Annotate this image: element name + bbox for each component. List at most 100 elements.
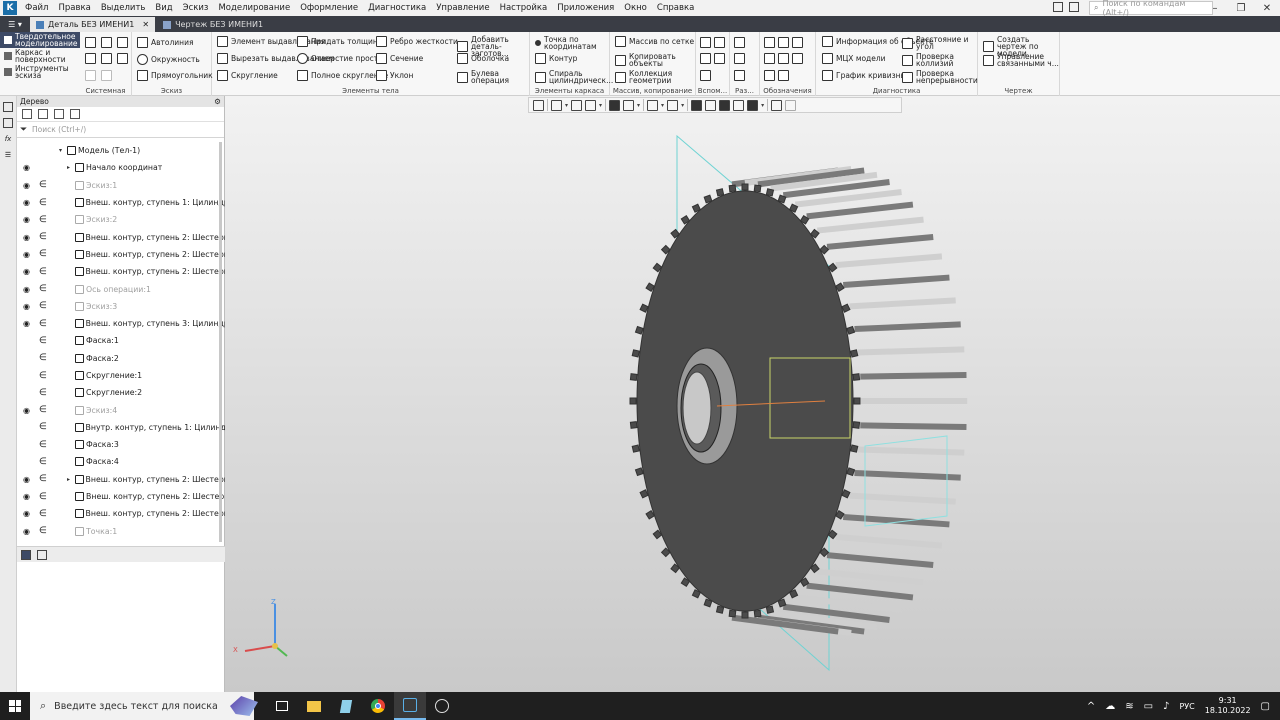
grid-array-button[interactable]: Массив по сетке bbox=[615, 36, 694, 47]
rib-button[interactable]: Ребро жесткости bbox=[376, 36, 458, 47]
continuity-check-button[interactable]: Проверка непрерывности bbox=[902, 70, 978, 84]
mass-props-button[interactable]: МЦХ модели bbox=[822, 53, 886, 64]
tree-row[interactable]: ◉ ∈ ▸ Внеш. контур, ступень 2: Шестерня bbox=[17, 471, 225, 488]
relation-icon[interactable]: ∈ bbox=[39, 336, 47, 346]
relation-icon[interactable]: ∈ bbox=[39, 215, 47, 225]
visibility-eye-icon[interactable]: ◉ bbox=[23, 250, 33, 259]
close-button[interactable]: ✕ bbox=[1254, 0, 1280, 16]
relation-icon[interactable]: ∈ bbox=[39, 198, 47, 208]
relation-icon[interactable]: ∈ bbox=[39, 232, 47, 242]
visibility-eye-icon[interactable]: ◉ bbox=[23, 198, 33, 207]
visibility-eye-icon[interactable]: ◉ bbox=[23, 475, 33, 484]
tree-row[interactable]: ◉ ∈ Внеш. контур, ступень 3: Цилиндр. bbox=[17, 315, 225, 332]
menu-apps[interactable]: Приложения bbox=[552, 3, 619, 13]
explorer-button[interactable] bbox=[298, 692, 330, 720]
visibility-eye-icon[interactable]: ◉ bbox=[23, 215, 33, 224]
copy-objects-button[interactable]: Копировать объекты bbox=[615, 53, 695, 67]
properties-icon[interactable] bbox=[85, 53, 96, 64]
visibility-eye-icon[interactable]: ◉ bbox=[23, 181, 33, 190]
menu-select[interactable]: Выделить bbox=[96, 3, 151, 13]
tree-sort-icon[interactable] bbox=[38, 109, 48, 119]
relation-icon[interactable]: ∈ bbox=[39, 353, 47, 363]
tab-drawing[interactable]: Чертеж БЕЗ ИМЕНИ1 bbox=[157, 17, 269, 32]
relation-icon[interactable]: ∈ bbox=[39, 492, 47, 502]
export-icon[interactable] bbox=[117, 53, 128, 64]
relation-icon[interactable]: ∈ bbox=[39, 388, 47, 398]
taskbar-search-input[interactable]: ⌕ Введите здесь текст для поиска bbox=[30, 692, 258, 720]
tolerance-icon[interactable] bbox=[764, 53, 775, 64]
print-icon[interactable] bbox=[101, 53, 112, 64]
distance-angle-button[interactable]: Расстояние и угол bbox=[902, 36, 977, 50]
redo-icon[interactable] bbox=[101, 70, 112, 81]
curvature-button[interactable]: График кривизны bbox=[822, 70, 906, 81]
tree-grid-icon[interactable] bbox=[70, 109, 80, 119]
marking-icon[interactable] bbox=[778, 70, 789, 81]
geometry-collection-button[interactable]: Коллекция геометрии bbox=[615, 70, 695, 84]
maximize-button[interactable]: ❐ bbox=[1228, 0, 1254, 16]
menu-manage[interactable]: Управление bbox=[431, 3, 494, 13]
point-coords-button[interactable]: Точка по координатам bbox=[535, 36, 609, 50]
expand-caret-icon[interactable]: ▸ bbox=[67, 476, 75, 483]
tree-row[interactable]: ▾ Модель (Тел-1) bbox=[17, 142, 225, 159]
aux-plane-icon[interactable] bbox=[700, 37, 711, 48]
thicken-button[interactable]: Придать толщину bbox=[297, 36, 382, 47]
relation-icon[interactable]: ∈ bbox=[39, 284, 47, 294]
language-indicator[interactable]: РУС bbox=[1179, 702, 1194, 711]
tree-scrollbar[interactable] bbox=[219, 142, 222, 542]
tree-row[interactable]: ◉ ∈ Внеш. контур, ступень 2: Шестерня bbox=[17, 246, 225, 263]
collision-check-button[interactable]: Проверка коллизий bbox=[902, 53, 977, 67]
relation-icon[interactable]: ∈ bbox=[39, 440, 47, 450]
tree-row[interactable]: ◉ ∈ Точка:1 bbox=[17, 523, 225, 540]
relation-icon[interactable]: ∈ bbox=[39, 509, 47, 519]
clock-app-button[interactable] bbox=[426, 692, 458, 720]
aux-sketch-icon[interactable] bbox=[700, 70, 711, 81]
tree-row[interactable]: ◉ ∈ Эскиз:1 bbox=[17, 177, 225, 194]
gear-icon[interactable]: ⚙ bbox=[214, 97, 221, 106]
battery-icon[interactable]: ▭ bbox=[1144, 701, 1153, 712]
relation-icon[interactable]: ∈ bbox=[39, 526, 47, 536]
relation-icon[interactable]: ∈ bbox=[39, 457, 47, 467]
menu-view[interactable]: Вид bbox=[150, 3, 177, 13]
close-tab-icon[interactable]: ✕ bbox=[142, 20, 149, 29]
expand-caret-icon[interactable]: ▸ bbox=[67, 164, 75, 171]
tree-row[interactable]: ∈ Скругление:2 bbox=[17, 384, 225, 401]
3d-viewport[interactable]: ▾ ▾ ▾ ▾ ▾ ▾ Z X bbox=[225, 96, 1280, 692]
minimize-button[interactable]: – bbox=[1202, 0, 1228, 16]
relation-icon[interactable]: ∈ bbox=[39, 371, 47, 381]
menu-design[interactable]: Оформление bbox=[295, 3, 363, 13]
shell-button[interactable]: Оболочка bbox=[457, 53, 509, 64]
open-icon[interactable] bbox=[101, 37, 112, 48]
new-icon[interactable] bbox=[85, 37, 96, 48]
tree-row[interactable]: ◉ ∈ Эскиз:2 bbox=[17, 211, 225, 228]
undo-icon[interactable] bbox=[85, 70, 96, 81]
visibility-eye-icon[interactable]: ◉ bbox=[23, 233, 33, 242]
mode-surfaces[interactable]: Каркас и поверхности bbox=[0, 48, 80, 64]
tree-row[interactable]: ◉ ∈ Внеш. контур, ступень 1: Цилиндр. bbox=[17, 194, 225, 211]
tree-row[interactable]: ◉ ∈ Внеш. контур, ступень 2: Шестерня bbox=[17, 505, 225, 522]
visibility-eye-icon[interactable]: ◉ bbox=[23, 302, 33, 311]
relation-icon[interactable]: ∈ bbox=[39, 319, 47, 329]
relation-icon[interactable]: ∈ bbox=[39, 267, 47, 277]
boolean-button[interactable]: Булева операция bbox=[457, 70, 529, 84]
relation-icon[interactable]: ∈ bbox=[39, 474, 47, 484]
variables-icon[interactable]: fx bbox=[3, 134, 13, 144]
start-button[interactable] bbox=[0, 692, 30, 720]
tree-row[interactable]: ∈ Внутр. контур, ступень 1: Цилиндр. bbox=[17, 419, 225, 436]
save-icon[interactable] bbox=[117, 37, 128, 48]
camera-icon[interactable] bbox=[1069, 2, 1079, 12]
manage-linked-button[interactable]: Управление связанными ч... bbox=[983, 53, 1059, 67]
tree-row[interactable]: ◉ ∈ Внеш. контур, ступень 2: Шестерня bbox=[17, 263, 225, 280]
aux-line-icon[interactable] bbox=[700, 53, 711, 64]
menu-settings[interactable]: Настройка bbox=[495, 3, 553, 13]
menu-modeling[interactable]: Моделирование bbox=[213, 3, 295, 13]
base-icon[interactable] bbox=[778, 37, 789, 48]
aux-point-icon[interactable] bbox=[714, 53, 725, 64]
tree-row[interactable]: ◉ ▸ Начало координат bbox=[17, 159, 225, 176]
mark-icon[interactable] bbox=[778, 53, 789, 64]
tree-panel-icon[interactable] bbox=[3, 102, 13, 112]
visibility-eye-icon[interactable]: ◉ bbox=[23, 406, 33, 415]
tab-menu-button[interactable]: ☰ ▾ bbox=[0, 16, 30, 32]
angular-dim-icon[interactable] bbox=[734, 70, 745, 81]
contour-button[interactable]: Контур bbox=[535, 53, 577, 64]
rectangle-button[interactable]: Прямоугольник bbox=[137, 70, 213, 81]
